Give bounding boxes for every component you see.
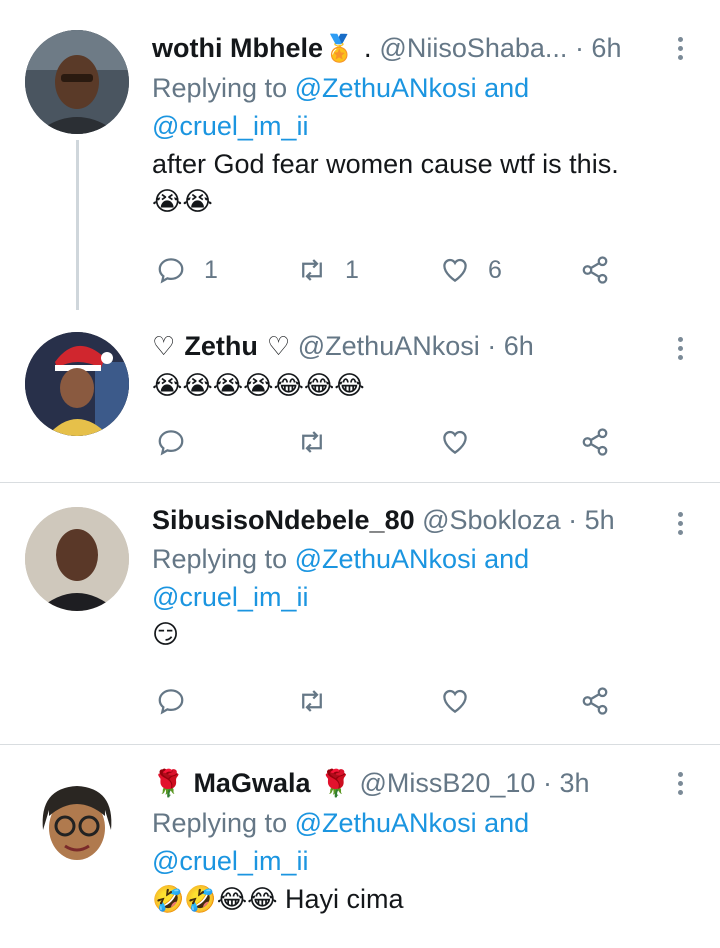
display-name[interactable]: wothi Mbhele	[152, 33, 323, 63]
tweet-actions	[152, 681, 632, 721]
reply-count: 1	[204, 255, 218, 284]
reply-button[interactable]	[156, 422, 186, 462]
retweet-icon	[302, 690, 322, 712]
replying-to: Replying to @ZethuANkosi and @cruel_im_i…	[152, 544, 530, 612]
user-handle[interactable]: @Sbokloza	[422, 505, 560, 535]
mention-link[interactable]: @ZethuANkosi	[295, 544, 477, 574]
retweet-button[interactable]: 1	[297, 250, 359, 290]
share-button[interactable]	[580, 681, 610, 721]
user-handle[interactable]: @NiisoShaba...	[379, 33, 567, 63]
mention-link[interactable]: @cruel_im_ii	[152, 582, 308, 612]
tweet-header: 🌹 MaGwala 🌹 @MissB20_10 · 3h	[152, 765, 672, 802]
share-icon	[582, 687, 608, 715]
tweet-text: Hayi cima	[285, 884, 404, 914]
like-button[interactable]	[440, 422, 470, 462]
reply-icon	[158, 430, 184, 456]
tweet-emoji: 🤣🤣😂😂	[152, 885, 278, 915]
timestamp[interactable]: · 3h	[543, 768, 590, 798]
like-button[interactable]: 6	[440, 250, 502, 290]
share-icon	[582, 428, 608, 456]
display-name[interactable]: SibusisoNdebele_80	[152, 505, 415, 535]
share-button[interactable]	[580, 250, 610, 290]
name-suffix: 🏅 .	[323, 34, 372, 64]
share-icon	[582, 256, 608, 284]
avatar[interactable]	[25, 770, 129, 874]
avatar[interactable]	[25, 507, 129, 611]
reply-icon	[158, 258, 184, 284]
tweet-header: ♡ Zethu ♡ @ZethuANkosi · 6h	[152, 328, 672, 365]
heart-icon	[443, 689, 467, 713]
reply-button[interactable]: 1	[156, 250, 218, 290]
reply-icon	[158, 689, 184, 715]
tweet-actions	[152, 422, 632, 462]
tweet[interactable]: SibusisoNdebele_80 @Sbokloza · 5h Replyi…	[0, 483, 720, 743]
mention-link[interactable]: @cruel_im_ii	[152, 111, 308, 141]
timestamp[interactable]: · 6h	[575, 33, 622, 63]
avatar[interactable]	[25, 30, 129, 134]
mention-link[interactable]: @cruel_im_ii	[152, 846, 308, 876]
tweet-text-line: 🤣🤣😂😂 Hayi cima	[152, 880, 672, 919]
retweet-button[interactable]	[297, 681, 327, 721]
avatar[interactable]	[25, 332, 129, 436]
heart-icon	[443, 258, 467, 282]
user-handle[interactable]: @ZethuANkosi	[298, 331, 480, 361]
more-vertical-icon[interactable]	[670, 34, 690, 64]
more-vertical-icon[interactable]	[670, 769, 690, 799]
tweet-actions: 1 1 6	[152, 250, 632, 290]
more-vertical-icon[interactable]	[670, 509, 690, 539]
retweet-icon	[302, 431, 322, 453]
tweet-text: after God fear women cause wtf is this.	[152, 149, 619, 179]
retweet-button[interactable]	[297, 422, 327, 462]
mention-link[interactable]: @ZethuANkosi	[295, 73, 477, 103]
tweet[interactable]: 🌹 MaGwala 🌹 @MissB20_10 · 3h Replying to…	[0, 745, 720, 948]
tweet[interactable]: wothi Mbhele🏅 . @NiisoShaba... · 6h Repl…	[0, 0, 720, 320]
thread-line	[76, 140, 79, 310]
like-button[interactable]	[440, 681, 470, 721]
replying-to: Replying to @ZethuANkosi and @cruel_im_i…	[152, 808, 530, 876]
tweet-emoji: 😏	[152, 620, 180, 650]
user-handle[interactable]: @MissB20_10	[359, 768, 535, 798]
timestamp[interactable]: · 5h	[568, 505, 615, 535]
tweet-emoji: 😭😭😭😭😂😂😂	[152, 371, 365, 401]
like-count: 6	[488, 255, 502, 284]
display-name[interactable]: ♡ Zethu ♡	[152, 331, 290, 362]
mention-link[interactable]: @ZethuANkosi	[295, 808, 477, 838]
tweet[interactable]: ♡ Zethu ♡ @ZethuANkosi · 6h 😭😭😭😭😂😂😂	[0, 320, 720, 480]
retweet-icon	[302, 259, 322, 281]
retweet-count: 1	[345, 255, 359, 284]
more-vertical-icon[interactable]	[670, 334, 690, 364]
tweet-emoji: 😭😭	[152, 187, 213, 217]
timestamp[interactable]: · 6h	[487, 331, 534, 361]
share-button[interactable]	[580, 422, 610, 462]
reply-button[interactable]	[156, 681, 186, 721]
replying-to: Replying to @ZethuANkosi and @cruel_im_i…	[152, 73, 530, 141]
display-name[interactable]: 🌹 MaGwala 🌹	[152, 768, 352, 799]
heart-icon	[443, 430, 467, 454]
tweet-header: wothi Mbhele🏅 . @NiisoShaba... · 6h	[152, 30, 672, 67]
tweet-header: SibusisoNdebele_80 @Sbokloza · 5h	[152, 502, 672, 538]
